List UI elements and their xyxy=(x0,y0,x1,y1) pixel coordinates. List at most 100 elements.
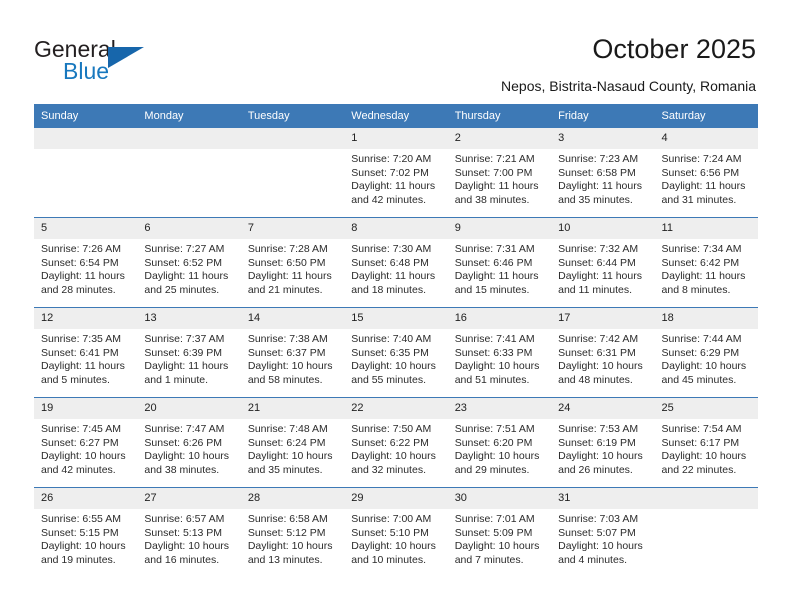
calendar-cell: 25 Sunrise: 7:54 AM Sunset: 6:17 PM Dayligh… xyxy=(654,397,758,488)
calendar-week-row: 26 Sunrise: 6:55 AM Sunset: 5:15 PM Dayligh… xyxy=(34,487,758,577)
calendar-day[interactable]: 23 Sunrise: 7:51 AM Sunset: 6:20 PM Dayligh… xyxy=(447,398,552,487)
calendar-day[interactable]: 12 Sunrise: 7:35 AM Sunset: 6:41 PM Dayligh… xyxy=(34,308,138,397)
daylight-text-line1: Daylight: 11 hours xyxy=(558,180,642,192)
sunset-text: Sunset: 5:07 PM xyxy=(558,526,636,539)
sunset-text: Sunset: 6:31 PM xyxy=(558,346,636,359)
calendar-day[interactable]: 13 Sunrise: 7:37 AM Sunset: 6:39 PM Dayligh… xyxy=(137,308,241,397)
day-number: 17 xyxy=(551,308,655,329)
daylight-text-line1: Daylight: 10 hours xyxy=(454,360,540,372)
calendar-cell: 14 Sunrise: 7:38 AM Sunset: 6:37 PM Dayligh… xyxy=(240,307,345,398)
sunrise-text: Sunrise: 6:57 AM xyxy=(144,513,225,525)
calendar-day[interactable]: 27 Sunrise: 6:57 AM Sunset: 5:13 PM Dayligh… xyxy=(137,488,241,577)
sunrise-text: Sunrise: 7:01 AM xyxy=(454,513,535,525)
sunrise-text: Sunrise: 7:48 AM xyxy=(247,423,328,435)
day-details: Sunrise: 7:38 AM Sunset: 6:37 PM Daylight:… xyxy=(241,329,344,387)
calendar-day[interactable]: 20 Sunrise: 7:47 AM Sunset: 6:26 PM Dayligh… xyxy=(137,398,241,487)
day-number: 8 xyxy=(344,218,448,239)
day-number: 5 xyxy=(34,218,138,239)
page-subtitle: Nepos, Bistrita-Nasaud County, Romania xyxy=(501,78,756,94)
calendar-cell: 2 Sunrise: 7:21 AM Sunset: 7:00 PM Daylight… xyxy=(447,128,552,218)
daylight-text-line2: and 21 minutes. xyxy=(247,283,323,296)
daylight-text-line1: Daylight: 10 hours xyxy=(247,450,333,462)
calendar-day[interactable]: 3 Sunrise: 7:23 AM Sunset: 6:58 PM Daylight… xyxy=(551,128,655,217)
calendar-day[interactable]: 8 Sunrise: 7:30 AM Sunset: 6:48 PM Daylight… xyxy=(344,218,448,307)
brand-logo[interactable]: General Blue xyxy=(34,36,194,88)
daylight-text-line2: and 42 minutes. xyxy=(41,463,116,476)
calendar-day[interactable]: 6 Sunrise: 7:27 AM Sunset: 6:52 PM Daylight… xyxy=(137,218,241,307)
weekday-header-tuesday: Tuesday xyxy=(240,104,345,128)
calendar-day[interactable]: 11 Sunrise: 7:34 AM Sunset: 6:42 PM Dayligh… xyxy=(654,218,758,307)
daylight-text-line1: Daylight: 11 hours xyxy=(351,180,436,192)
sunrise-text: Sunrise: 7:20 AM xyxy=(351,153,432,165)
daylight-text-line2: and 32 minutes. xyxy=(351,463,426,476)
day-details: Sunrise: 7:01 AM Sunset: 5:09 PM Daylight:… xyxy=(448,509,551,567)
daylight-text-line2: and 35 minutes. xyxy=(247,463,323,476)
day-number: 16 xyxy=(447,308,552,329)
daylight-text-line1: Daylight: 11 hours xyxy=(144,360,229,372)
sunset-text: Sunset: 6:41 PM xyxy=(41,346,119,359)
daylight-text-line1: Daylight: 11 hours xyxy=(144,270,229,282)
sunset-text: Sunset: 6:39 PM xyxy=(144,346,223,359)
sunset-text: Sunset: 5:13 PM xyxy=(144,526,223,539)
daylight-text-line1: Daylight: 10 hours xyxy=(454,540,540,552)
calendar-day[interactable]: 30 Sunrise: 7:01 AM Sunset: 5:09 PM Dayligh… xyxy=(447,488,552,577)
sunset-text: Sunset: 6:37 PM xyxy=(247,346,326,359)
daylight-text-line2: and 58 minutes. xyxy=(247,373,323,386)
calendar-day[interactable]: 22 Sunrise: 7:50 AM Sunset: 6:22 PM Dayligh… xyxy=(344,398,448,487)
day-number: 13 xyxy=(137,308,241,329)
calendar-cell: 13 Sunrise: 7:37 AM Sunset: 6:39 PM Dayligh… xyxy=(137,307,241,398)
calendar-day[interactable]: 25 Sunrise: 7:54 AM Sunset: 6:17 PM Dayligh… xyxy=(654,398,758,487)
calendar-cell: 10 Sunrise: 7:32 AM Sunset: 6:44 PM Dayligh… xyxy=(551,217,655,308)
calendar-day[interactable]: 24 Sunrise: 7:53 AM Sunset: 6:19 PM Dayligh… xyxy=(551,398,655,487)
sunset-text: Sunset: 6:58 PM xyxy=(558,166,636,179)
day-details: Sunrise: 7:35 AM Sunset: 6:41 PM Daylight:… xyxy=(34,329,137,387)
calendar-day[interactable]: 29 Sunrise: 7:00 AM Sunset: 5:10 PM Dayligh… xyxy=(344,488,448,577)
calendar-day[interactable]: 9 Sunrise: 7:31 AM Sunset: 6:46 PM Daylight… xyxy=(447,218,552,307)
calendar-day[interactable]: 2 Sunrise: 7:21 AM Sunset: 7:00 PM Daylight… xyxy=(447,128,552,217)
day-number: 10 xyxy=(551,218,655,239)
calendar-day[interactable]: 4 Sunrise: 7:24 AM Sunset: 6:56 PM Daylight… xyxy=(654,128,758,217)
calendar-cell: 22 Sunrise: 7:50 AM Sunset: 6:22 PM Dayligh… xyxy=(344,397,448,488)
calendar-day[interactable]: 15 Sunrise: 7:40 AM Sunset: 6:35 PM Dayligh… xyxy=(344,308,448,397)
weekday-header-sunday: Sunday xyxy=(34,104,138,128)
calendar-day[interactable]: 5 Sunrise: 7:26 AM Sunset: 6:54 PM Daylight… xyxy=(34,218,138,307)
calendar-day[interactable]: 17 Sunrise: 7:42 AM Sunset: 6:31 PM Dayligh… xyxy=(551,308,655,397)
daylight-text-line1: Daylight: 11 hours xyxy=(351,270,436,282)
calendar-day[interactable]: 10 Sunrise: 7:32 AM Sunset: 6:44 PM Dayligh… xyxy=(551,218,655,307)
calendar-day[interactable]: 21 Sunrise: 7:48 AM Sunset: 6:24 PM Dayligh… xyxy=(240,398,345,487)
daylight-text-line1: Daylight: 10 hours xyxy=(351,540,436,552)
calendar-day[interactable]: 26 Sunrise: 6:55 AM Sunset: 5:15 PM Dayligh… xyxy=(34,488,138,577)
calendar-day[interactable]: 16 Sunrise: 7:41 AM Sunset: 6:33 PM Dayligh… xyxy=(447,308,552,397)
calendar-day[interactable]: 14 Sunrise: 7:38 AM Sunset: 6:37 PM Dayligh… xyxy=(240,308,345,397)
calendar-day[interactable]: 1 Sunrise: 7:20 AM Sunset: 7:02 PM Daylight… xyxy=(344,128,448,217)
sunrise-text: Sunrise: 7:50 AM xyxy=(351,423,432,435)
daylight-text-line1: Daylight: 10 hours xyxy=(661,450,747,462)
sunset-text: Sunset: 6:22 PM xyxy=(351,436,429,449)
daylight-text-line2: and 51 minutes. xyxy=(454,373,530,386)
calendar-cell: 11 Sunrise: 7:34 AM Sunset: 6:42 PM Dayligh… xyxy=(654,217,758,308)
daylight-text-line2: and 38 minutes. xyxy=(454,193,530,206)
calendar-day[interactable]: 18 Sunrise: 7:44 AM Sunset: 6:29 PM Dayligh… xyxy=(654,308,758,397)
calendar-day[interactable]: 28 Sunrise: 6:58 AM Sunset: 5:12 PM Dayligh… xyxy=(240,488,345,577)
day-number xyxy=(137,128,241,149)
day-details: Sunrise: 7:20 AM Sunset: 7:02 PM Daylight:… xyxy=(344,149,447,207)
calendar-cell: 24 Sunrise: 7:53 AM Sunset: 6:19 PM Dayligh… xyxy=(551,397,655,488)
calendar-cell: 9 Sunrise: 7:31 AM Sunset: 6:46 PM Daylight… xyxy=(447,217,552,308)
calendar-cell: 26 Sunrise: 6:55 AM Sunset: 5:15 PM Dayligh… xyxy=(34,487,138,577)
calendar-cell: 23 Sunrise: 7:51 AM Sunset: 6:20 PM Dayligh… xyxy=(447,397,552,488)
sunrise-text: Sunrise: 7:47 AM xyxy=(144,423,225,435)
daylight-text-line2: and 16 minutes. xyxy=(144,553,220,566)
sunrise-text: Sunrise: 7:21 AM xyxy=(454,153,535,165)
calendar-day[interactable]: 19 Sunrise: 7:45 AM Sunset: 6:27 PM Dayligh… xyxy=(34,398,138,487)
calendar-day[interactable]: 31 Sunrise: 7:03 AM Sunset: 5:07 PM Dayligh… xyxy=(551,488,655,577)
day-number: 29 xyxy=(344,488,448,509)
daylight-text-line1: Daylight: 11 hours xyxy=(454,270,539,282)
day-details: Sunrise: 7:34 AM Sunset: 6:42 PM Daylight:… xyxy=(655,239,758,297)
daylight-text-line2: and 55 minutes. xyxy=(351,373,426,386)
sunrise-text: Sunrise: 7:44 AM xyxy=(661,333,742,345)
weekday-header-thursday: Thursday xyxy=(447,104,552,128)
calendar-day[interactable]: 7 Sunrise: 7:28 AM Sunset: 6:50 PM Daylight… xyxy=(240,218,345,307)
day-number: 24 xyxy=(551,398,655,419)
day-details: Sunrise: 7:40 AM Sunset: 6:35 PM Daylight:… xyxy=(344,329,447,387)
daylight-text-line1: Daylight: 11 hours xyxy=(661,180,746,192)
